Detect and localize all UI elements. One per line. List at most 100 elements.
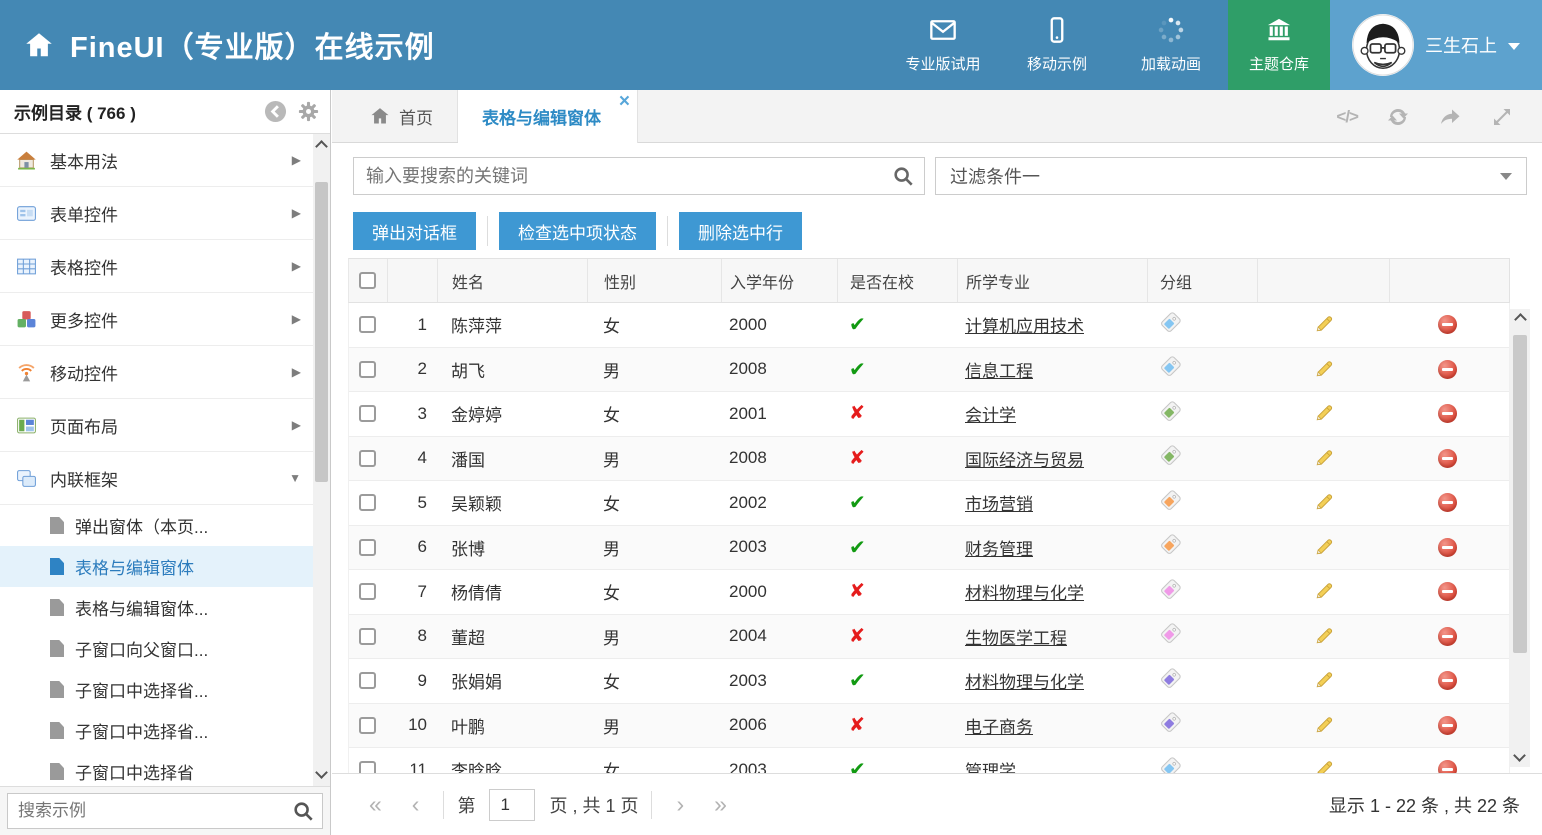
refresh-icon[interactable] [1386, 105, 1410, 129]
major-link[interactable]: 会计学 [965, 401, 1016, 426]
major-link[interactable]: 计算机应用技术 [965, 312, 1084, 337]
edit-icon[interactable] [1312, 758, 1335, 773]
delete-icon[interactable] [1438, 716, 1457, 735]
last-page-button[interactable]: » [714, 791, 727, 818]
edit-icon[interactable] [1312, 358, 1335, 381]
sidebar-child-2[interactable]: 表格与编辑窗体... [0, 587, 313, 628]
row-checkbox[interactable] [359, 361, 376, 378]
sidebar-child-1[interactable]: 表格与编辑窗体 [0, 546, 313, 587]
header-nav-item-2[interactable]: 加载动画 [1114, 0, 1228, 90]
row-checkbox[interactable] [359, 450, 376, 467]
sidebar-group-0[interactable]: 基本用法▶ [0, 134, 313, 187]
sidebar-group-5[interactable]: 页面布局▶ [0, 399, 313, 452]
major-link[interactable]: 市场营销 [965, 490, 1033, 515]
delete-icon[interactable] [1438, 760, 1457, 773]
delete-icon[interactable] [1438, 582, 1457, 601]
delete-icon[interactable] [1438, 671, 1457, 690]
code-icon[interactable] [1336, 105, 1358, 129]
row-checkbox[interactable] [359, 628, 376, 645]
sidebar-group-4[interactable]: 移动控件▶ [0, 346, 313, 399]
delete-icon[interactable] [1438, 315, 1457, 334]
user-menu[interactable]: 三生石上 [1330, 0, 1542, 90]
column-header[interactable]: 入学年份 [721, 259, 837, 302]
column-header[interactable] [1389, 259, 1505, 302]
major-link[interactable]: 信息工程 [965, 357, 1033, 382]
major-link[interactable]: 财务管理 [965, 535, 1033, 560]
delete-icon[interactable] [1438, 360, 1457, 379]
share-icon[interactable] [1438, 105, 1462, 129]
tab-active[interactable]: 表格与编辑窗体 [458, 90, 638, 143]
sidebar-group-6[interactable]: 内联框架▼ [0, 452, 313, 505]
close-icon[interactable] [619, 92, 630, 111]
prev-page-button[interactable]: ‹ [412, 791, 420, 818]
delete-icon[interactable] [1438, 538, 1457, 557]
sidebar-child-5[interactable]: 子窗口中选择省... [0, 710, 313, 751]
sidebar-child-0[interactable]: 弹出窗体（本页... [0, 505, 313, 546]
tab-home[interactable]: 首页 [346, 90, 458, 142]
edit-icon[interactable] [1312, 669, 1335, 692]
toolbar-button-0[interactable]: 弹出对话框 [353, 212, 476, 250]
edit-icon[interactable] [1312, 447, 1335, 470]
edit-icon[interactable] [1312, 402, 1335, 425]
major-link[interactable]: 管理学 [965, 757, 1016, 773]
edit-icon[interactable] [1312, 536, 1335, 559]
sidebar-group-1[interactable]: 表单控件▶ [0, 187, 313, 240]
sidebar-scrollbar[interactable] [313, 134, 330, 786]
major-link[interactable]: 国际经济与贸易 [965, 446, 1084, 471]
major-link[interactable]: 材料物理与化学 [965, 579, 1084, 604]
row-checkbox[interactable] [359, 761, 376, 773]
row-checkbox[interactable] [359, 717, 376, 734]
filter-dropdown[interactable]: 过滤条件一 [935, 157, 1527, 195]
table-scrollbar[interactable] [1510, 309, 1530, 767]
header-nav-item-3[interactable]: 主题仓库 [1228, 0, 1330, 90]
row-checkbox[interactable] [359, 405, 376, 422]
search-icon[interactable] [892, 165, 914, 187]
gear-icon[interactable] [297, 100, 320, 123]
major-link[interactable]: 材料物理与化学 [965, 668, 1084, 693]
edit-icon[interactable] [1312, 625, 1335, 648]
row-checkbox[interactable] [359, 672, 376, 689]
edit-icon[interactable] [1312, 491, 1335, 514]
column-header[interactable]: 所学专业 [957, 259, 1147, 302]
row-checkbox[interactable] [359, 539, 376, 556]
select-all-checkbox[interactable] [359, 272, 376, 289]
delete-icon[interactable] [1438, 404, 1457, 423]
column-header[interactable]: 姓名 [437, 259, 587, 302]
delete-icon[interactable] [1438, 627, 1457, 646]
first-page-button[interactable]: « [369, 791, 382, 818]
next-page-button[interactable]: › [676, 791, 684, 818]
edit-icon[interactable] [1312, 580, 1335, 603]
major-link[interactable]: 电子商务 [965, 713, 1033, 738]
toolbar-button-1[interactable]: 检查选中项状态 [499, 212, 656, 250]
delete-icon[interactable] [1438, 449, 1457, 468]
scrollbar-thumb[interactable] [315, 182, 328, 482]
edit-icon[interactable] [1312, 714, 1335, 737]
sidebar-group-2[interactable]: 表格控件▶ [0, 240, 313, 293]
search-icon[interactable] [292, 800, 314, 822]
sidebar-group-3[interactable]: 更多控件▶ [0, 293, 313, 346]
header-nav-item-0[interactable]: 专业版试用 [886, 0, 1000, 90]
sidebar-child-3[interactable]: 子窗口向父窗口... [0, 628, 313, 669]
page-number-input[interactable] [489, 789, 535, 821]
sidebar-child-6[interactable]: 子窗口中选择省 [0, 751, 313, 786]
row-checkbox[interactable] [359, 494, 376, 511]
column-header[interactable]: 分组 [1147, 259, 1257, 302]
header-nav-item-1[interactable]: 移动示例 [1000, 0, 1114, 90]
major-link[interactable]: 生物医学工程 [965, 624, 1067, 649]
scroll-down-icon[interactable] [315, 766, 328, 779]
sidebar-search-input[interactable] [7, 793, 323, 829]
toolbar-button-2[interactable]: 删除选中行 [679, 212, 802, 250]
scrollbar-thumb[interactable] [1513, 335, 1527, 653]
scroll-down-icon[interactable] [1513, 749, 1526, 762]
column-header[interactable] [1257, 259, 1389, 302]
keyword-search-input[interactable] [353, 157, 925, 195]
delete-icon[interactable] [1438, 493, 1457, 512]
scroll-up-icon[interactable] [1514, 313, 1527, 326]
scroll-up-icon[interactable] [315, 140, 328, 153]
sidebar-child-4[interactable]: 子窗口中选择省... [0, 669, 313, 710]
edit-icon[interactable] [1312, 313, 1335, 336]
expand-icon[interactable] [1490, 105, 1514, 129]
collapse-sidebar-icon[interactable] [264, 100, 287, 123]
row-checkbox[interactable] [359, 583, 376, 600]
column-header[interactable]: 是否在校 [837, 259, 957, 302]
